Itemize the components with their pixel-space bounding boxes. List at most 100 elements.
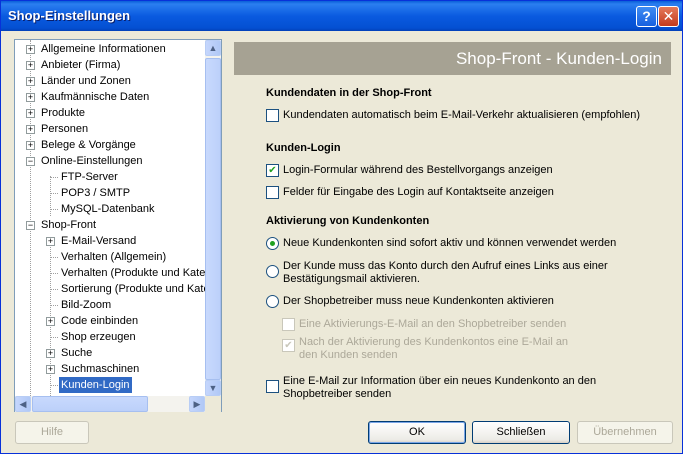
tree-item[interactable]: FTP-Server [15, 169, 205, 185]
scroll-corner [205, 396, 221, 412]
settings-tree[interactable]: + Allgemeine Informationen + Anbieter (Firm… [14, 39, 222, 412]
radio-button[interactable] [266, 295, 279, 308]
chevron-left-icon: ◀ [19, 399, 27, 409]
close-title-button[interactable]: ✕ [658, 6, 679, 27]
window-title: Shop-Einstellungen [8, 8, 131, 23]
checkbox-box[interactable]: ✔ [266, 164, 279, 177]
apply-button[interactable]: Übernehmen [577, 421, 673, 444]
tree-item[interactable]: + Suche [15, 345, 205, 361]
vertical-scroll-thumb[interactable] [205, 58, 221, 380]
expand-icon[interactable]: + [46, 349, 55, 358]
tree-item[interactable]: Bild-Zoom [15, 297, 205, 313]
tree-item[interactable]: POP3 / SMTP [15, 185, 205, 201]
expand-icon[interactable]: + [46, 365, 55, 374]
section-aktivierung-heading: Aktivierung von Kundenkonten [266, 215, 430, 227]
help-title-button[interactable]: ? [636, 6, 657, 27]
tree-item-label: Verhalten (Allgemein) [61, 251, 167, 263]
radio-button[interactable] [266, 237, 279, 250]
tree-item-label: Personen [41, 123, 89, 135]
check-icon: ✔ [284, 340, 293, 351]
tree-item[interactable]: − Online-Einstellungen [15, 153, 205, 169]
checkbox-box[interactable] [266, 380, 279, 393]
expand-icon[interactable]: + [26, 109, 35, 118]
tree-item[interactable]: MySQL-Datenbank [15, 201, 205, 217]
tree-item-label: Kaufmännische Daten [41, 91, 150, 103]
checkbox-box[interactable] [282, 318, 295, 331]
expand-icon[interactable]: + [26, 61, 35, 70]
tree-item-label: Allgemeine Informationen [41, 43, 166, 55]
collapse-icon[interactable]: − [26, 221, 35, 230]
title-bar[interactable]: Shop-Einstellungen ? ✕ [1, 1, 682, 31]
login-form-label: Login-Formular während des Bestellvorgan… [283, 164, 553, 176]
tree-item-label: POP3 / SMTP [61, 187, 131, 199]
tree-item[interactable]: + E-Mail-Versand [15, 233, 205, 249]
page-title: Shop-Front - Kunden-Login [455, 49, 662, 68]
expand-icon[interactable]: + [46, 317, 55, 326]
tree-item-label: Shop erzeugen [61, 331, 136, 343]
scroll-left-button[interactable]: ◀ [15, 396, 31, 412]
tree-item-label: Bild-Zoom [61, 299, 112, 311]
tree-item[interactable]: Sortierung (Produkte und Kateg [15, 281, 205, 297]
tree-item-label: Shop-Front [41, 219, 97, 231]
scroll-down-button[interactable]: ▼ [205, 380, 221, 396]
checkbox-box[interactable] [266, 109, 279, 122]
tree-item[interactable]: + Kaufmännische Daten [15, 89, 205, 105]
tree-item[interactable]: + Belege & Vorgänge [15, 137, 205, 153]
tree-item-label: Online-Einstellungen [41, 155, 143, 167]
tree-item[interactable]: + Länder und Zonen [15, 73, 205, 89]
chevron-down-icon: ▼ [208, 383, 218, 393]
chevron-right-icon: ▶ [193, 399, 201, 409]
tree-item[interactable]: + Code einbinden [15, 313, 205, 329]
tree-horizontal-scrollbar[interactable]: ◀ ▶ [15, 396, 205, 412]
radio-link-label: Der Kunde muss das Konto durch den Aufru… [283, 260, 608, 285]
expand-icon[interactable]: + [26, 93, 35, 102]
tree-item[interactable]: Verhalten (Produkte und Kateg [15, 265, 205, 281]
tree-item-label: FTP-Server [61, 171, 118, 183]
expand-icon[interactable]: + [26, 77, 35, 86]
tree-item[interactable]: + Allgemeine Informationen [15, 41, 205, 57]
expand-icon[interactable]: + [46, 237, 55, 246]
chevron-up-icon: ▲ [208, 43, 218, 53]
tree-item-label: Produkte [41, 107, 86, 119]
info-mail-label: Eine E-Mail zur Information über ein neu… [283, 375, 597, 400]
section-kundendaten-heading: Kundendaten in der Shop-Front [266, 87, 432, 99]
help-button[interactable]: Hilfe [15, 421, 89, 444]
tree-item[interactable]: + Suchmaschinen [15, 361, 205, 377]
notify-customer-label: Nach der Aktivierung des Kundenkontos ei… [299, 336, 569, 361]
tree-item[interactable]: Kunden-Login [15, 377, 205, 393]
check-icon: ✔ [268, 165, 277, 176]
help-icon: ? [642, 8, 651, 24]
ok-button[interactable]: OK [368, 421, 466, 444]
radio-button[interactable] [266, 265, 279, 278]
contact-login-label: Felder für Eingabe des Login auf Kontakt… [283, 186, 554, 198]
expand-icon[interactable]: + [26, 141, 35, 150]
tree-item-label: E-Mail-Versand [61, 235, 137, 247]
horizontal-scroll-thumb[interactable] [32, 396, 148, 412]
expand-icon[interactable]: + [26, 125, 35, 134]
tree-item-label: Sortierung (Produkte und Kateg [61, 283, 205, 295]
scroll-up-button[interactable]: ▲ [205, 40, 221, 56]
radio-operator-label: Der Shopbetreiber muss neue Kundenkonten… [283, 295, 554, 307]
collapse-icon[interactable]: − [26, 157, 35, 166]
close-icon: ✕ [662, 8, 675, 24]
checkbox-box[interactable]: ✔ [282, 339, 295, 352]
tree-item-label: Suche [61, 347, 93, 359]
tree-vertical-scrollbar[interactable]: ▲ ▼ [205, 40, 221, 396]
tree-item[interactable]: Verhalten (Allgemein) [15, 249, 205, 265]
checkbox-box[interactable] [266, 186, 279, 199]
tree-item-label: MySQL-Datenbank [61, 203, 155, 215]
expand-icon[interactable]: + [26, 45, 35, 54]
radio-immediate-label: Neue Kundenkonten sind sofort aktiv und … [283, 237, 617, 249]
close-button[interactable]: Schließen [472, 421, 570, 444]
scroll-right-button[interactable]: ▶ [189, 396, 205, 412]
tree-item[interactable]: + Produkte [15, 105, 205, 121]
tree-item[interactable]: − Shop-Front [15, 217, 205, 233]
page-banner: Shop-Front - Kunden-Login [234, 42, 671, 75]
tree-item[interactable]: + Personen [15, 121, 205, 137]
section-login-heading: Kunden-Login [266, 142, 341, 154]
tree-item[interactable]: + Anbieter (Firma) [15, 57, 205, 73]
tree-item[interactable]: Shop erzeugen [15, 329, 205, 345]
auto-update-label: Kundendaten automatisch beim E-Mail-Verk… [283, 109, 641, 121]
tree-item-label: Verhalten (Produkte und Kateg [61, 267, 205, 279]
tree-item-label: Länder und Zonen [41, 75, 131, 87]
